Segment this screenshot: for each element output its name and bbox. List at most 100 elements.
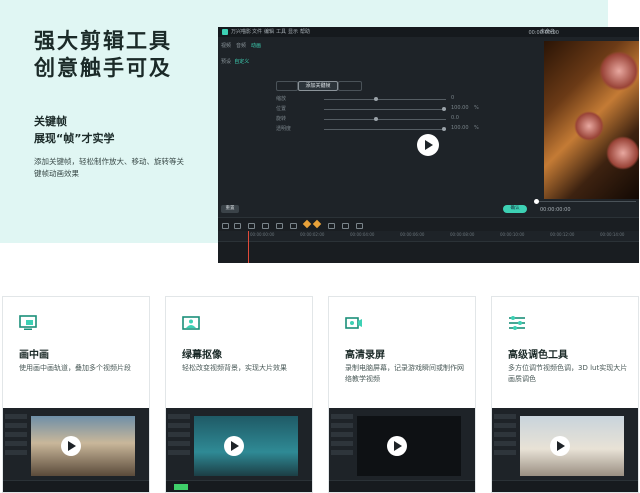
property-slider-knob[interactable] bbox=[374, 97, 378, 101]
property-row-opacity: 透明度 100.00 % bbox=[276, 125, 479, 133]
property-slider-track[interactable] bbox=[324, 129, 446, 130]
feature-shot-timeline bbox=[329, 480, 475, 492]
picture-in-picture-icon bbox=[19, 315, 37, 330]
blossom-shape bbox=[606, 136, 639, 170]
preview-scrub-knob[interactable] bbox=[534, 199, 539, 204]
prev-keyframe-button[interactable] bbox=[276, 81, 298, 91]
next-keyframe-button[interactable] bbox=[338, 81, 362, 91]
property-row-rotation: 旋转 0.0 bbox=[276, 115, 476, 123]
keyframe-marker-icon[interactable] bbox=[302, 219, 312, 229]
menu-item-edit[interactable]: 编辑 bbox=[264, 28, 274, 35]
tab-video[interactable]: 视频 bbox=[221, 43, 231, 49]
hero-title-line1: 强大剪辑工具 bbox=[34, 29, 172, 53]
feature-card-pip[interactable]: 画中画 使用画中画轨道，叠加多个视频片段 bbox=[2, 296, 150, 493]
preview-scrub-bar[interactable] bbox=[536, 201, 636, 202]
property-value[interactable]: 100.00 bbox=[451, 125, 469, 131]
feature-shot-preview bbox=[31, 416, 135, 476]
feature-shot-sidebar bbox=[494, 414, 516, 484]
play-icon[interactable] bbox=[61, 436, 81, 456]
tab-audio[interactable]: 音频 bbox=[236, 43, 246, 49]
delete-icon[interactable] bbox=[248, 223, 255, 229]
timeline-track[interactable] bbox=[218, 241, 639, 263]
menu-item-help[interactable]: 帮助 bbox=[300, 28, 310, 35]
play-icon[interactable] bbox=[550, 436, 570, 456]
blossom-shape bbox=[599, 51, 639, 91]
feature-shot-preview bbox=[194, 416, 298, 476]
feature-description: 使用画中画轨道，叠加多个视频片段 bbox=[19, 364, 131, 372]
speed-icon[interactable] bbox=[290, 223, 297, 229]
menu-item-tools[interactable]: 工具 bbox=[276, 28, 286, 35]
export-icon[interactable] bbox=[356, 223, 363, 229]
property-slider-track[interactable] bbox=[324, 119, 446, 120]
undo-icon[interactable] bbox=[222, 223, 229, 229]
feature-shot-sidebar bbox=[168, 414, 190, 484]
feature-card-green-screen[interactable]: 绿幕抠像 轻松改变视频背景，实现大片效果 bbox=[165, 296, 313, 493]
feature-shot-sidebar bbox=[331, 414, 353, 484]
play-icon[interactable] bbox=[417, 134, 439, 156]
feature-title: 绿幕抠像 bbox=[182, 350, 222, 361]
feature-card-screen-record[interactable]: 高清录屏 录制电脑屏幕，记录游戏瞬间或制作网络教学视频 bbox=[328, 296, 476, 493]
property-value[interactable]: 100.00 bbox=[451, 105, 469, 111]
sub-tab-preset[interactable]: 预设 bbox=[221, 59, 231, 65]
ruler-tick-label: 00:00:14:00 bbox=[600, 232, 625, 237]
feature-shot-preview bbox=[357, 416, 461, 476]
feature-description: 轻松改变视频背景，实现大片效果 bbox=[182, 364, 287, 372]
cut-icon[interactable] bbox=[262, 223, 269, 229]
menu-item-app[interactable]: 万兴喵影 bbox=[231, 28, 251, 35]
ruler-tick-label: 00:00:00:00 bbox=[250, 232, 275, 237]
color-adjust-icon bbox=[509, 316, 525, 330]
ruler-tick-label: 00:00:04:00 bbox=[350, 232, 375, 237]
property-unit: % bbox=[474, 105, 479, 111]
ok-button[interactable]: 确认 bbox=[503, 205, 527, 213]
keyframe-marker-icon[interactable] bbox=[312, 219, 322, 229]
property-label: 位置 bbox=[276, 106, 287, 112]
keyframe-title: 关键帧 bbox=[34, 115, 67, 128]
feature-title: 画中画 bbox=[19, 350, 49, 361]
property-row-scale: 缩放 0 bbox=[276, 95, 476, 103]
feature-screenshot bbox=[3, 408, 149, 492]
play-icon[interactable] bbox=[224, 436, 244, 456]
keyframe-subtitle: 展现“帧”才实学 bbox=[34, 132, 115, 145]
feature-screenshot bbox=[166, 408, 312, 492]
property-unit: % bbox=[474, 125, 479, 131]
panel-tabs: 视频 音频 动画 bbox=[221, 42, 266, 49]
keyframe-description: 添加关键帧，轻松制作放大、移动、旋转等关键帧动画效果 bbox=[34, 157, 184, 178]
property-row-position: 位置 100.00 % bbox=[276, 105, 479, 113]
property-value[interactable]: 0.0 bbox=[451, 115, 459, 121]
property-slider-knob[interactable] bbox=[442, 127, 446, 131]
property-label: 旋转 bbox=[276, 116, 287, 122]
color-icon[interactable] bbox=[328, 223, 335, 229]
play-icon[interactable] bbox=[387, 436, 407, 456]
hero-title-line2: 创意触手可及 bbox=[34, 56, 172, 80]
timeline-playhead[interactable] bbox=[248, 231, 249, 263]
timeline-toolbar bbox=[218, 217, 639, 232]
property-slider-track[interactable] bbox=[324, 109, 446, 110]
reset-button[interactable]: 重置 bbox=[221, 205, 239, 213]
feature-screenshot bbox=[329, 408, 475, 492]
property-slider-track[interactable] bbox=[324, 99, 446, 100]
redo-icon[interactable] bbox=[234, 223, 241, 229]
editor-screenshot: 万兴喵影 文件 编辑 工具 显示 帮助 未命名 00:00:00:00 视频 音频… bbox=[218, 27, 639, 263]
ruler-tick-label: 00:00:12:00 bbox=[550, 232, 575, 237]
ruler-tick-label: 00:00:02:00 bbox=[300, 232, 325, 237]
screen-record-icon bbox=[345, 317, 362, 329]
property-slider-knob[interactable] bbox=[442, 107, 446, 111]
sub-tabs: 预设 自定义 bbox=[221, 58, 249, 65]
crop-icon[interactable] bbox=[276, 223, 283, 229]
add-keyframe-button[interactable]: 添加关键帧 bbox=[298, 81, 338, 91]
editor-menubar: 万兴喵影 文件 编辑 工具 显示 帮助 未命名 bbox=[218, 27, 639, 37]
menu-item-file[interactable]: 文件 bbox=[252, 28, 262, 35]
audio-icon[interactable] bbox=[342, 223, 349, 229]
green-screen-icon bbox=[182, 316, 200, 330]
timeline-ruler[interactable]: 00:00:00:00 00:00:02:00 00:00:04:00 00:0… bbox=[218, 231, 639, 241]
sub-tab-custom[interactable]: 自定义 bbox=[234, 59, 249, 65]
feature-screenshot bbox=[492, 408, 638, 492]
preview-current-time: 00:00:00:00 bbox=[540, 207, 571, 213]
property-value[interactable]: 0 bbox=[451, 95, 454, 101]
green-clip bbox=[174, 484, 188, 490]
feature-card-color-tools[interactable]: 高级调色工具 多方位调节视频色调，3D lut实现大片画质调色 bbox=[491, 296, 639, 493]
ruler-tick-label: 00:00:10:00 bbox=[500, 232, 525, 237]
property-slider-knob[interactable] bbox=[374, 117, 378, 121]
tab-animation[interactable]: 动画 bbox=[251, 43, 261, 49]
menu-item-view[interactable]: 显示 bbox=[288, 28, 298, 35]
